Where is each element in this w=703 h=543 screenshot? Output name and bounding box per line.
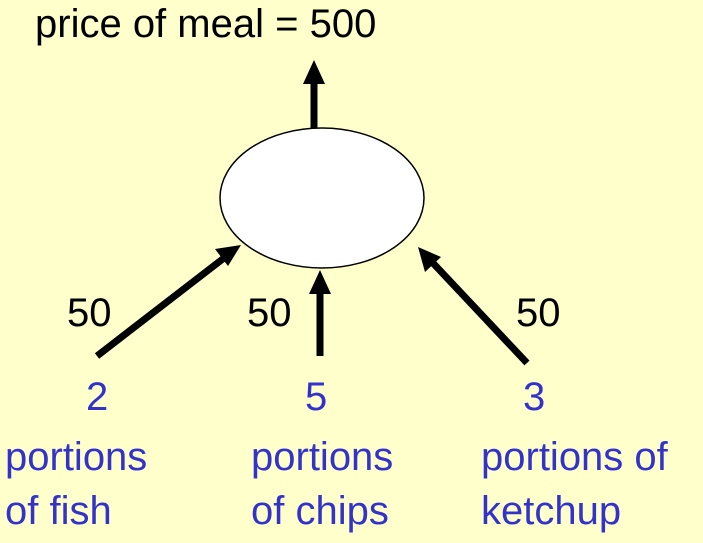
- quantity-chips: 5: [305, 375, 328, 419]
- input-label-fish-line1: portions: [5, 435, 148, 479]
- quantity-ketchup: 3: [523, 375, 546, 419]
- input-arrow-ketchup-shaft: [429, 259, 530, 366]
- input-label-ketchup-line1: portions of: [481, 435, 668, 479]
- input-label-chips-line2: of chips: [251, 489, 389, 533]
- input-label-chips-line1: portions: [251, 435, 394, 479]
- output-label: price of meal = 500: [35, 2, 377, 46]
- input-arrow-chips-head: [309, 270, 331, 294]
- quantity-fish: 2: [86, 375, 109, 419]
- weight-label-chips: 50: [247, 291, 292, 335]
- input-label-fish-line2: of fish: [5, 489, 112, 533]
- input-label-ketchup-line2: ketchup: [481, 489, 622, 533]
- input-arrow-fish-shaft: [94, 255, 227, 359]
- neuron-diagram: price of meal = 500 50 50 50 2 5 3 porti…: [0, 0, 703, 538]
- output-arrow-head: [303, 60, 325, 84]
- neuron-node: [219, 127, 425, 269]
- weight-label-fish: 50: [67, 291, 112, 335]
- weight-label-ketchup: 50: [516, 291, 561, 335]
